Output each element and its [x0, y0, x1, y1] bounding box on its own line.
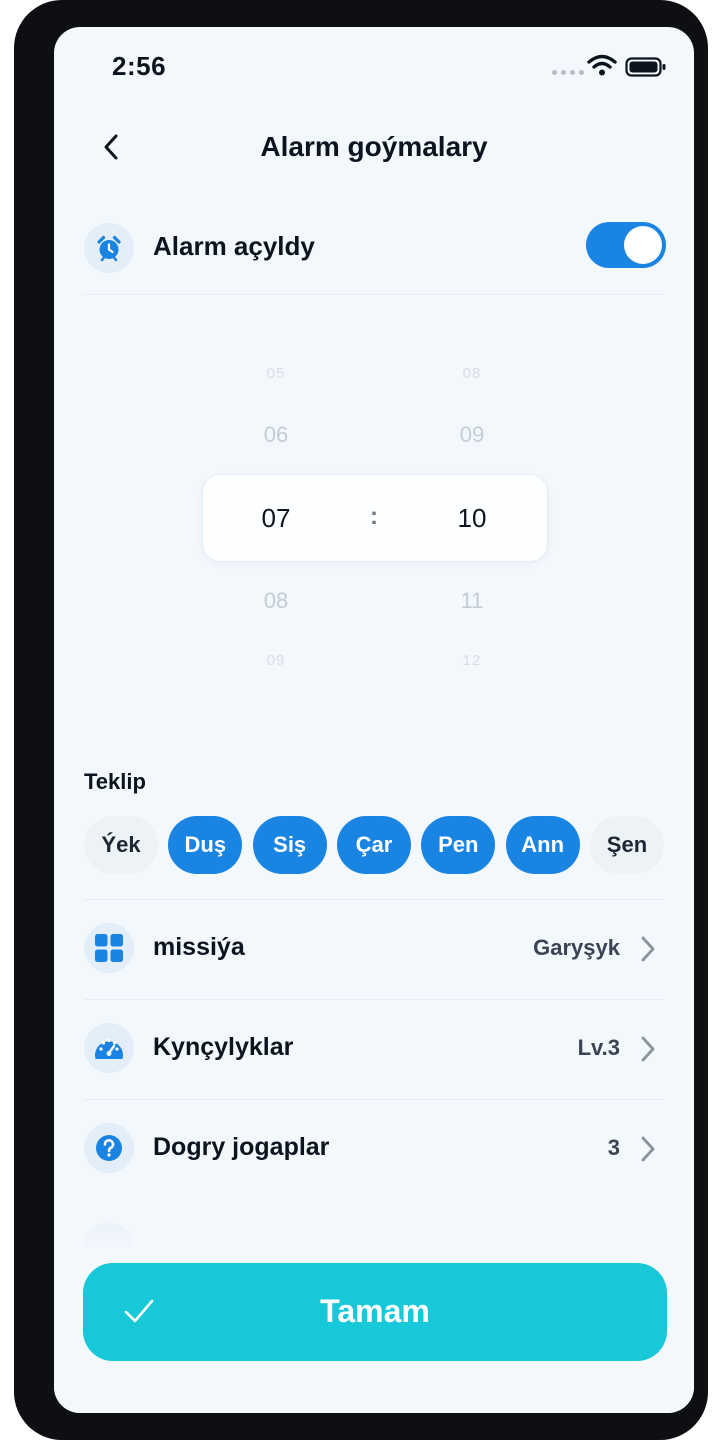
- difficulty-row[interactable]: Kynçylyklar Lv.3: [54, 1019, 694, 1079]
- mission-row[interactable]: missiýa Garyşyk: [54, 919, 694, 979]
- minute-option[interactable]: 08: [432, 365, 512, 382]
- hour-option[interactable]: 06: [236, 422, 316, 448]
- toggle-knob: [624, 226, 662, 264]
- correct-answers-label: Dogry jogaplar: [153, 1133, 330, 1161]
- confirm-button[interactable]: Tamam: [83, 1263, 667, 1361]
- alarm-icon: [84, 223, 134, 273]
- wifi-icon: [587, 54, 617, 76]
- minute-option[interactable]: 09: [432, 422, 512, 448]
- hour-option[interactable]: 05: [236, 365, 316, 382]
- time-separator: :: [370, 503, 378, 530]
- day-chip-friday[interactable]: Ann: [505, 816, 580, 874]
- alarm-toggle[interactable]: [586, 222, 666, 268]
- confirm-button-label: Tamam: [320, 1293, 430, 1329]
- speedometer-icon: [84, 1023, 134, 1073]
- selected-minute[interactable]: 10: [432, 503, 512, 534]
- day-chip-tuesday[interactable]: Siş: [252, 816, 327, 874]
- day-chip-monday[interactable]: Duş: [168, 816, 243, 874]
- minute-option[interactable]: 12: [432, 652, 512, 669]
- page-title: Alarm goýmalary: [260, 131, 488, 162]
- day-chip-saturday[interactable]: Şen: [589, 816, 664, 874]
- difficulty-value: Lv.3: [577, 1035, 620, 1060]
- divider: [84, 899, 664, 900]
- selected-hour[interactable]: 07: [236, 503, 316, 534]
- divider: [84, 999, 664, 1000]
- correct-answers-value: 3: [607, 1135, 620, 1160]
- screen: 2:56 Alarm goýmalary Alarm açyldy 05 06 …: [54, 27, 694, 1413]
- hour-option[interactable]: 09: [236, 652, 316, 669]
- alarm-enabled-label: Alarm açyldy: [153, 231, 315, 261]
- question-icon: [84, 1123, 134, 1173]
- status-time: 2:56: [112, 51, 167, 81]
- day-chip-wednesday[interactable]: Çar: [336, 816, 411, 874]
- chevron-right-icon: [641, 1136, 655, 1162]
- mission-label: missiýa: [153, 933, 245, 961]
- repeat-section-label: Teklip: [84, 769, 146, 794]
- mission-value: Garyşyk: [533, 935, 620, 960]
- grid-icon: [84, 923, 134, 973]
- divider: [84, 1099, 664, 1100]
- day-chip-thursday[interactable]: Pen: [421, 816, 496, 874]
- chevron-right-icon: [641, 936, 655, 962]
- hour-option[interactable]: 08: [236, 588, 316, 614]
- difficulty-label: Kynçylyklar: [153, 1033, 294, 1061]
- minute-option[interactable]: 11: [432, 588, 512, 614]
- weekday-selector: Ýek Duş Siş Çar Pen Ann Şen: [84, 816, 664, 874]
- correct-answers-row[interactable]: Dogry jogaplar 3: [54, 1119, 694, 1179]
- chevron-right-icon: [641, 1036, 655, 1062]
- divider: [84, 294, 664, 295]
- signal-icon: [552, 70, 584, 75]
- device-frame: 2:56 Alarm goýmalary Alarm açyldy 05 06 …: [14, 0, 708, 1440]
- battery-icon: [625, 57, 666, 77]
- day-chip-sunday[interactable]: Ýek: [84, 816, 158, 874]
